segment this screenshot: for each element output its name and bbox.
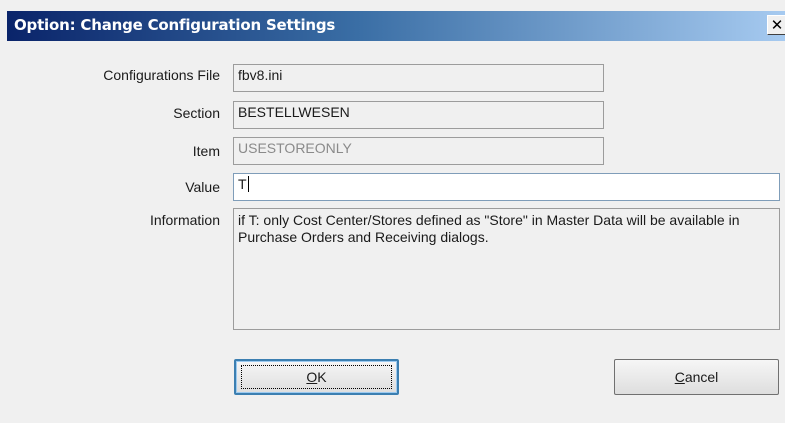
window-title: Option: Change Configuration Settings bbox=[14, 16, 336, 34]
text-caret bbox=[247, 176, 249, 192]
focus-rectangle bbox=[241, 365, 392, 389]
config-dialog: Option: Change Configuration Settings ✕ … bbox=[0, 0, 785, 423]
section-label: Section bbox=[173, 105, 220, 121]
close-icon[interactable]: ✕ bbox=[767, 15, 785, 35]
information-label: Information bbox=[149, 212, 220, 228]
item-label: Item bbox=[192, 143, 220, 159]
cancel-button-label: C bbox=[675, 369, 685, 385]
dialog-bottom-edge bbox=[0, 418, 785, 423]
ok-button[interactable]: OK bbox=[234, 359, 399, 395]
cancel-button-label-rest: ancel bbox=[684, 369, 719, 385]
config-file-label: Configurations File bbox=[103, 67, 220, 83]
title-bar[interactable]: Option: Change Configuration Settings ✕ bbox=[7, 11, 785, 41]
item-field: USESTOREONLY bbox=[233, 137, 604, 165]
section-value: BESTELLWESEN bbox=[238, 104, 350, 120]
value-text: T bbox=[238, 176, 247, 192]
information-box[interactable]: if T: only Cost Center/Stores defined as… bbox=[233, 208, 780, 330]
close-glyph: ✕ bbox=[770, 15, 784, 34]
information-text: if T: only Cost Center/Stores defined as… bbox=[238, 212, 740, 245]
item-value: USESTOREONLY bbox=[238, 140, 352, 156]
value-input[interactable]: T bbox=[233, 173, 780, 201]
section-field: BESTELLWESEN bbox=[233, 101, 604, 129]
cancel-accelerator: C bbox=[674, 369, 685, 385]
config-file-field: fbv8.ini bbox=[233, 64, 604, 92]
config-file-value: fbv8.ini bbox=[238, 67, 283, 83]
value-label: Value bbox=[185, 179, 220, 195]
cancel-button[interactable]: Cancel bbox=[614, 359, 779, 395]
